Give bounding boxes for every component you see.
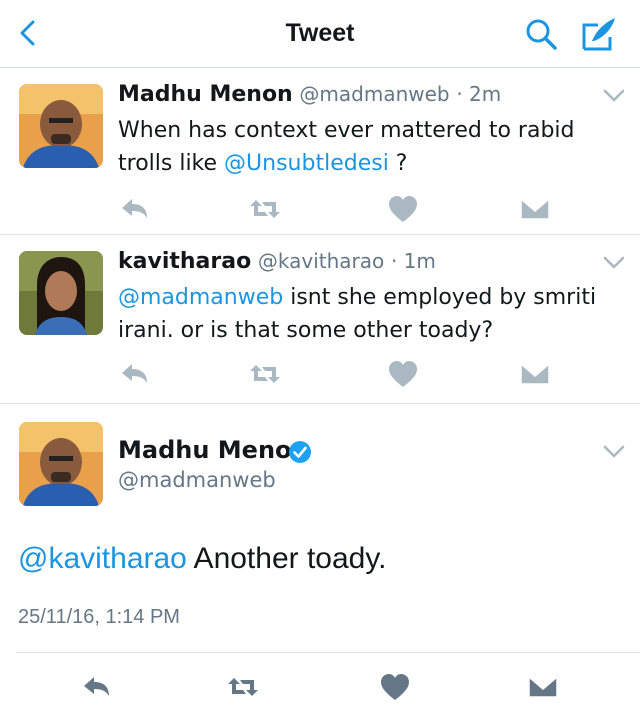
direct-message-icon[interactable] bbox=[526, 672, 560, 702]
retweet-icon[interactable] bbox=[248, 359, 282, 389]
author-name[interactable]: kavitharao bbox=[118, 249, 251, 274]
reply-icon[interactable] bbox=[118, 359, 152, 389]
verified-badge-icon bbox=[289, 441, 311, 463]
chevron-down-icon[interactable] bbox=[602, 88, 626, 104]
tweet-actions bbox=[0, 359, 640, 393]
tweet-time: · 1m bbox=[390, 249, 436, 273]
author-name[interactable]: Madhu Menon bbox=[118, 82, 293, 107]
reply-tweet[interactable]: Madhu Menon @madmanweb · 2m When has con… bbox=[0, 68, 640, 235]
author-name[interactable]: Madhu Menon bbox=[118, 436, 309, 464]
tweet-timestamp: 25/11/16, 1:14 PM bbox=[18, 606, 180, 628]
author-handle[interactable]: @madmanweb bbox=[118, 468, 276, 492]
mention-link[interactable]: @kavitharao bbox=[18, 542, 187, 575]
like-icon[interactable] bbox=[378, 672, 412, 702]
chevron-down-icon[interactable] bbox=[602, 444, 626, 460]
search-icon[interactable] bbox=[524, 17, 558, 51]
tweet-text-part: ? bbox=[388, 151, 408, 176]
avatar[interactable] bbox=[19, 251, 103, 335]
chevron-down-icon[interactable] bbox=[602, 255, 626, 271]
compose-icon[interactable] bbox=[580, 15, 618, 51]
reply-icon[interactable] bbox=[118, 194, 152, 224]
reply-tweet[interactable]: kavitharao @kavitharao · 1m @madmanweb i… bbox=[0, 235, 640, 404]
direct-message-icon[interactable] bbox=[518, 359, 552, 389]
retweet-icon[interactable] bbox=[226, 672, 260, 702]
avatar[interactable] bbox=[19, 422, 103, 506]
top-bar: Tweet bbox=[0, 0, 640, 68]
author-handle[interactable]: @kavitharao bbox=[258, 249, 384, 273]
tweet-text-part: Another toady. bbox=[186, 542, 387, 575]
direct-message-icon[interactable] bbox=[518, 194, 552, 224]
tweet-actions bbox=[0, 672, 640, 706]
tweet-time: · 2m bbox=[456, 82, 502, 106]
focused-tweet: Madhu Menon @madmanweb @kavitharao Anoth… bbox=[0, 404, 640, 721]
like-icon[interactable] bbox=[386, 359, 420, 389]
mention-link[interactable]: @Unsubtledesi bbox=[224, 151, 389, 176]
mention-link[interactable]: @madmanweb bbox=[118, 285, 283, 310]
reply-icon[interactable] bbox=[80, 672, 114, 702]
like-icon[interactable] bbox=[386, 194, 420, 224]
tweet-header: Madhu Menon @madmanweb · 2m bbox=[118, 82, 501, 107]
divider bbox=[16, 652, 640, 653]
retweet-icon[interactable] bbox=[248, 194, 282, 224]
author-handle[interactable]: @madmanweb bbox=[299, 82, 449, 106]
tweet-text: @madmanweb isnt she employed by smriti i… bbox=[118, 281, 623, 347]
avatar[interactable] bbox=[19, 84, 103, 168]
tweet-header: kavitharao @kavitharao · 1m bbox=[118, 249, 436, 274]
tweet-text: @kavitharao Another toady. bbox=[18, 542, 386, 576]
tweet-text: When has context ever mattered to rabid … bbox=[118, 114, 623, 180]
tweet-actions bbox=[0, 194, 640, 228]
